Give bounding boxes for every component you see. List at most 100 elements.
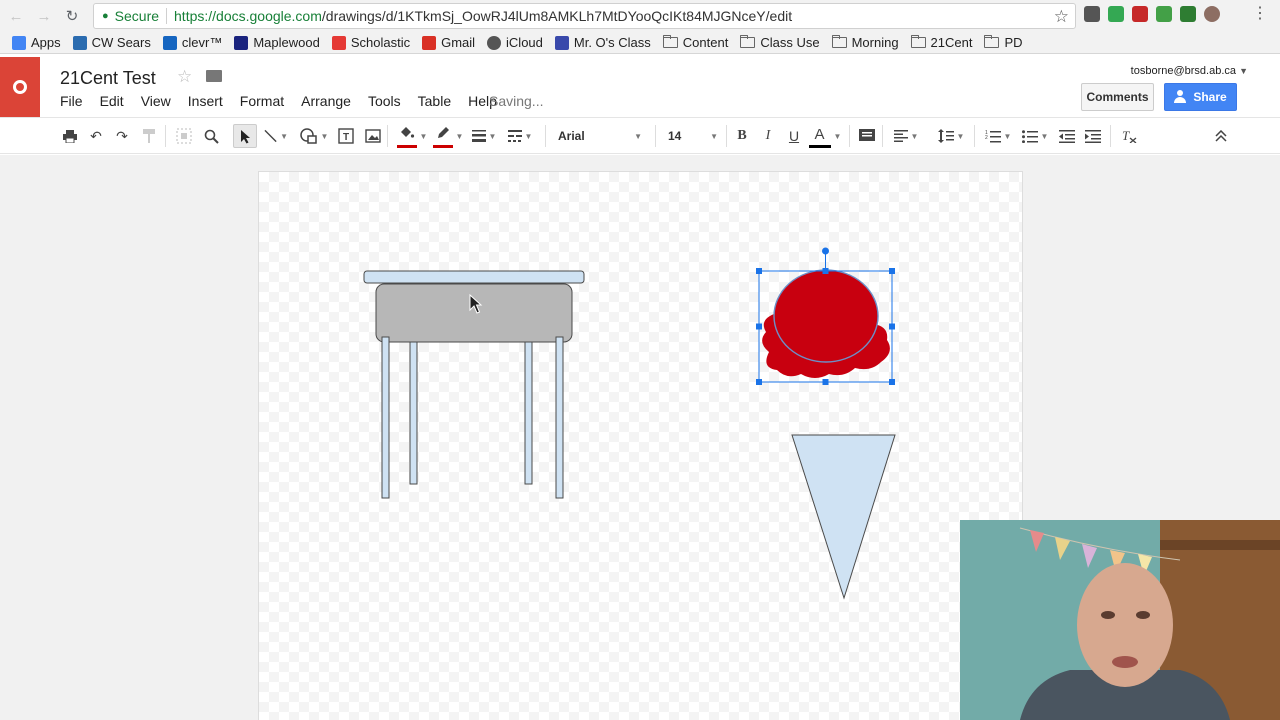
drawings-logo-icon[interactable] (0, 57, 40, 117)
collapse-toolbar-icon[interactable] (1212, 126, 1230, 146)
resize-handle-se[interactable] (889, 379, 895, 385)
menu-file[interactable]: File (60, 93, 83, 109)
text-box-icon[interactable]: T (337, 126, 355, 146)
select-cursor-icon[interactable] (233, 124, 257, 148)
line-spacing-icon[interactable]: ▼ (934, 126, 968, 146)
fill-color-icon[interactable]: ▼ (396, 126, 428, 148)
text-color-button[interactable]: A ▼ (808, 126, 842, 148)
resize-handle-e[interactable] (889, 323, 895, 330)
bookmark-folder-morning[interactable]: Morning (831, 35, 899, 50)
move-to-folder-icon[interactable] (206, 70, 222, 82)
menu-edit[interactable]: Edit (100, 93, 124, 109)
zoom-icon[interactable] (202, 126, 220, 146)
reload-icon[interactable]: ↻ (60, 4, 84, 28)
ice-cream-scoop[interactable] (762, 269, 890, 378)
account-caret-icon[interactable]: ▼ (1239, 66, 1248, 76)
bookmark-icloud[interactable]: iCloud (487, 35, 543, 50)
desk-drawer[interactable] (375, 283, 573, 343)
profile-avatar-icon[interactable] (1204, 6, 1220, 22)
text-color-letter: A (814, 126, 825, 143)
increase-indent-icon[interactable] (1084, 126, 1102, 146)
line-dash-icon[interactable]: ▼ (506, 126, 534, 146)
menu-tools[interactable]: Tools (368, 93, 401, 109)
align-icon[interactable]: ▼ (890, 126, 922, 146)
line-tool-icon[interactable]: ▼ (264, 126, 288, 146)
menu-format[interactable]: Format (240, 93, 284, 109)
decrease-indent-icon[interactable] (1058, 126, 1076, 146)
menu-view[interactable]: View (141, 93, 171, 109)
maplewood-logo-icon (234, 35, 249, 50)
classroom-extension-icon[interactable] (1108, 6, 1124, 22)
comments-button[interactable]: Comments (1081, 83, 1154, 111)
desk-top[interactable] (363, 270, 585, 284)
italic-button[interactable]: I (760, 126, 776, 146)
desk-leg[interactable] (409, 341, 418, 485)
font-family-select[interactable]: Arial ▼ (558, 126, 642, 146)
drawing-canvas[interactable] (258, 171, 1023, 720)
extension-icons (1084, 6, 1220, 22)
menu-insert[interactable]: Insert (188, 93, 223, 109)
bookmark-maplewood[interactable]: Maplewood (234, 35, 320, 50)
menu-table[interactable]: Table (418, 93, 451, 109)
kebab-menu-icon[interactable]: ⋮ (1252, 6, 1268, 22)
bulleted-list-icon[interactable]: ▼ (1018, 126, 1052, 146)
ice-cream-cone[interactable] (791, 434, 896, 600)
star-icon[interactable]: ☆ (177, 67, 192, 87)
resize-handle-w[interactable] (756, 323, 762, 330)
scoop-ball[interactable] (773, 269, 879, 363)
numbered-list-icon[interactable]: 1 2 ▼ (981, 126, 1015, 146)
fit-zoom-icon[interactable] (175, 126, 193, 146)
desk-leg[interactable] (524, 341, 533, 485)
desk-leg[interactable] (555, 336, 564, 499)
user-email[interactable]: tosborne@brsd.ab.ca (1131, 65, 1236, 77)
bookmark-folder-21cent[interactable]: 21Cent (910, 35, 972, 50)
toolbar-divider (849, 125, 850, 147)
toolbar-divider (655, 125, 656, 147)
bookmark-scholastic[interactable]: Scholastic (331, 35, 410, 50)
bookmark-gmail[interactable]: Gmail (422, 35, 475, 50)
address-bar[interactable]: ● Secure https://docs.google.com /drawin… (93, 3, 1076, 29)
menu-arrange[interactable]: Arrange (301, 93, 351, 109)
paint-format-icon[interactable] (141, 126, 157, 146)
bookmark-folder-content[interactable]: Content (662, 35, 728, 50)
desk-leg[interactable] (381, 336, 390, 499)
bookmarks-bar: Apps CW Sears clevr™ Maplewood Scholasti… (0, 32, 1280, 54)
line-color-swatch (432, 145, 453, 148)
redo-icon[interactable]: ↷ (114, 126, 130, 146)
menu-bar: File Edit View Insert Format Arrange Too… (60, 93, 514, 109)
print-icon[interactable] (62, 126, 78, 146)
insert-comment-icon[interactable] (858, 126, 876, 146)
resize-handle-s[interactable] (822, 379, 829, 385)
resize-handle-n[interactable] (822, 268, 829, 274)
bookmark-clever[interactable]: clevr™ (162, 35, 222, 50)
clear-formatting-icon[interactable]: T (1120, 126, 1138, 146)
bookmark-mr-os-class[interactable]: Mr. O's Class (554, 35, 651, 50)
resize-handle-nw[interactable] (756, 268, 762, 274)
star-icon[interactable]: ☆ (1054, 7, 1069, 27)
doc-title[interactable]: 21Cent Test (60, 68, 156, 89)
bookmark-apps[interactable]: Apps (12, 35, 61, 50)
resize-handle-sw[interactable] (756, 379, 762, 385)
bold-button[interactable]: B (734, 126, 750, 146)
forward-arrow-icon[interactable]: → (32, 4, 56, 28)
back-arrow-icon[interactable]: ← (4, 4, 28, 28)
cast-extension-icon[interactable] (1180, 6, 1196, 22)
keep-extension-icon[interactable] (1084, 6, 1100, 22)
underline-button[interactable]: U (786, 126, 802, 146)
image-icon[interactable] (364, 126, 382, 146)
font-size-select[interactable]: 14 ▼ (668, 126, 718, 146)
resize-handle-ne[interactable] (889, 268, 895, 274)
person-face (1077, 563, 1173, 687)
film-extension-icon[interactable] (1132, 6, 1148, 22)
screencast-extension-icon[interactable] (1156, 6, 1172, 22)
shape-tool-icon[interactable]: ▼ (299, 126, 329, 146)
line-color-icon[interactable]: ▼ (432, 126, 464, 148)
bookmark-folder-pd[interactable]: PD (984, 35, 1023, 50)
bookmark-cw-sears[interactable]: CW Sears (72, 35, 151, 50)
undo-icon[interactable]: ↶ (88, 126, 104, 146)
share-button[interactable]: Share (1164, 83, 1237, 111)
font-family-value: Arial (558, 129, 585, 143)
line-weight-icon[interactable]: ▼ (470, 126, 498, 146)
bookmark-folder-class-use[interactable]: Class Use (740, 35, 820, 50)
rotate-handle[interactable] (822, 247, 829, 255)
